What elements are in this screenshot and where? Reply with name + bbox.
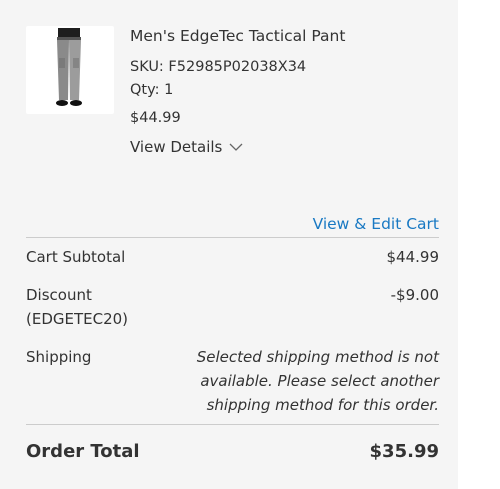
discount-label-title: Discount: [26, 286, 92, 304]
order-total-label: Order Total: [26, 441, 140, 462]
shipping-row: Shipping Selected shipping method is not…: [26, 345, 439, 417]
product-qty: Qty: 1: [130, 82, 174, 98]
view-details-label: View Details: [130, 138, 223, 156]
subtotal-label: Cart Subtotal: [26, 248, 126, 266]
subtotal-row: Cart Subtotal $44.99: [26, 245, 439, 269]
product-sku: SKU: F52985P02038X34: [130, 59, 307, 75]
pants-icon: [56, 28, 82, 106]
order-total-value: $35.99: [369, 441, 439, 462]
divider: [26, 424, 439, 425]
discount-row: Discount (EDGETEC20) -$9.00: [26, 283, 439, 331]
product-info: Men's EdgeTec Tactical Pant SKU: F52985P…: [130, 22, 440, 157]
product-name[interactable]: Men's EdgeTec Tactical Pant: [130, 26, 440, 46]
cart-item: Men's EdgeTec Tactical Pant SKU: F52985P…: [26, 22, 446, 172]
shipping-message: Selected shipping method is not availabl…: [196, 348, 439, 414]
view-details-toggle[interactable]: View Details: [130, 137, 440, 157]
discount-value: -$9.00: [390, 286, 439, 304]
subtotal-value: $44.99: [386, 248, 440, 266]
chevron-down-icon: [229, 137, 243, 157]
order-summary-panel: Men's EdgeTec Tactical Pant SKU: F52985P…: [0, 0, 458, 489]
order-total-row: Order Total $35.99: [26, 440, 439, 466]
divider: [26, 237, 439, 238]
product-price: $44.99: [130, 110, 181, 126]
discount-label: Discount (EDGETEC20): [26, 283, 128, 331]
shipping-label: Shipping: [26, 348, 92, 366]
product-thumbnail[interactable]: [26, 26, 114, 114]
discount-code: (EDGETEC20): [26, 310, 129, 328]
view-edit-cart-link[interactable]: View & Edit Cart: [313, 214, 439, 234]
